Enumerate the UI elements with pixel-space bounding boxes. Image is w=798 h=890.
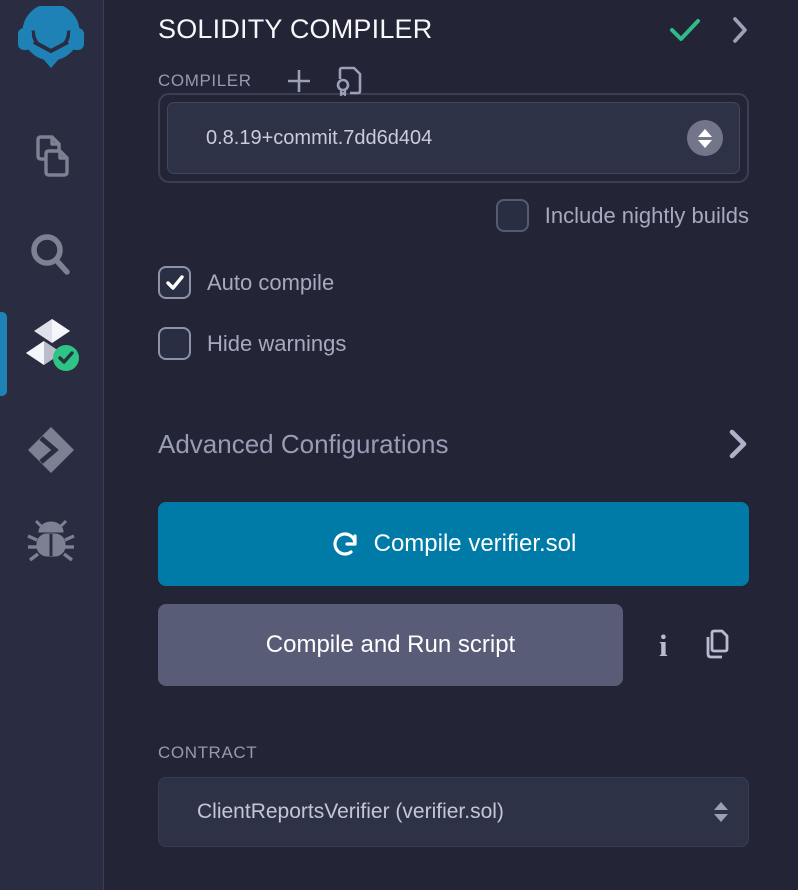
- sidebar-item-solidity-compiler[interactable]: [0, 314, 102, 374]
- chevron-right-icon: [727, 428, 749, 460]
- advanced-configurations-label: Advanced Configurations: [158, 429, 449, 460]
- files-icon: [26, 132, 76, 180]
- remix-logo[interactable]: [0, 6, 102, 68]
- nightly-builds-row: Include nightly builds: [158, 199, 749, 232]
- include-nightly-checkbox[interactable]: [496, 199, 529, 232]
- contract-label-row: CONTRACT: [158, 742, 749, 764]
- compiler-version-value: 0.8.19+commit.7dd6d404: [206, 127, 687, 150]
- compiler-label: COMPILER: [158, 71, 252, 91]
- select-arrows-icon: [714, 802, 728, 822]
- include-nightly-label[interactable]: Include nightly builds: [545, 203, 749, 229]
- icon-sidebar: [0, 0, 104, 890]
- select-arrows-icon: [687, 120, 723, 156]
- compile-and-run-row: Compile and Run script i: [158, 604, 749, 686]
- solidity-icon: [20, 314, 82, 374]
- compiler-license-icon[interactable]: [334, 65, 364, 97]
- compile-and-run-button[interactable]: Compile and Run script: [158, 604, 623, 686]
- contract-select[interactable]: ClientReportsVerifier (verifier.sol): [158, 777, 749, 847]
- add-custom-compiler-icon[interactable]: [286, 68, 312, 94]
- copy-icon[interactable]: [698, 627, 730, 663]
- hide-warnings-label[interactable]: Hide warnings: [207, 331, 346, 357]
- compiler-label-row: COMPILER: [158, 69, 749, 93]
- sidebar-item-debugger[interactable]: [0, 514, 102, 566]
- page-title: SOLIDITY COMPILER: [158, 14, 432, 45]
- hide-warnings-checkbox[interactable]: [158, 327, 191, 360]
- search-icon: [26, 230, 76, 280]
- panel-header: SOLIDITY COMPILER: [158, 14, 749, 45]
- compiler-version-select[interactable]: 0.8.19+commit.7dd6d404: [167, 102, 740, 174]
- info-icon[interactable]: i: [659, 630, 668, 661]
- compile-button[interactable]: Compile verifier.sol: [158, 502, 749, 586]
- auto-compile-label[interactable]: Auto compile: [207, 270, 334, 296]
- sidebar-item-deploy-and-run[interactable]: [0, 424, 102, 476]
- sidebar-item-file-explorer[interactable]: [0, 132, 102, 180]
- sidebar-item-search[interactable]: [0, 230, 102, 280]
- compiler-select-wrapper: 0.8.19+commit.7dd6d404: [158, 93, 749, 183]
- hide-warnings-row: Hide warnings: [158, 327, 749, 360]
- solidity-compiler-panel: SOLIDITY COMPILER COMPILER 0.8.19+commi: [104, 0, 798, 890]
- chevron-right-icon[interactable]: [731, 16, 749, 44]
- contract-label: CONTRACT: [158, 743, 257, 763]
- check-icon: [669, 17, 701, 43]
- auto-compile-checkbox[interactable]: [158, 266, 191, 299]
- refresh-icon: [331, 530, 359, 558]
- auto-compile-row: Auto compile: [158, 266, 749, 299]
- ethereum-icon: [25, 424, 77, 476]
- compile-button-label: Compile verifier.sol: [374, 530, 577, 558]
- bug-icon: [25, 514, 77, 566]
- advanced-configurations-toggle[interactable]: Advanced Configurations: [158, 428, 749, 460]
- contract-select-value: ClientReportsVerifier (verifier.sol): [197, 800, 714, 824]
- remix-logo-icon: [18, 6, 84, 68]
